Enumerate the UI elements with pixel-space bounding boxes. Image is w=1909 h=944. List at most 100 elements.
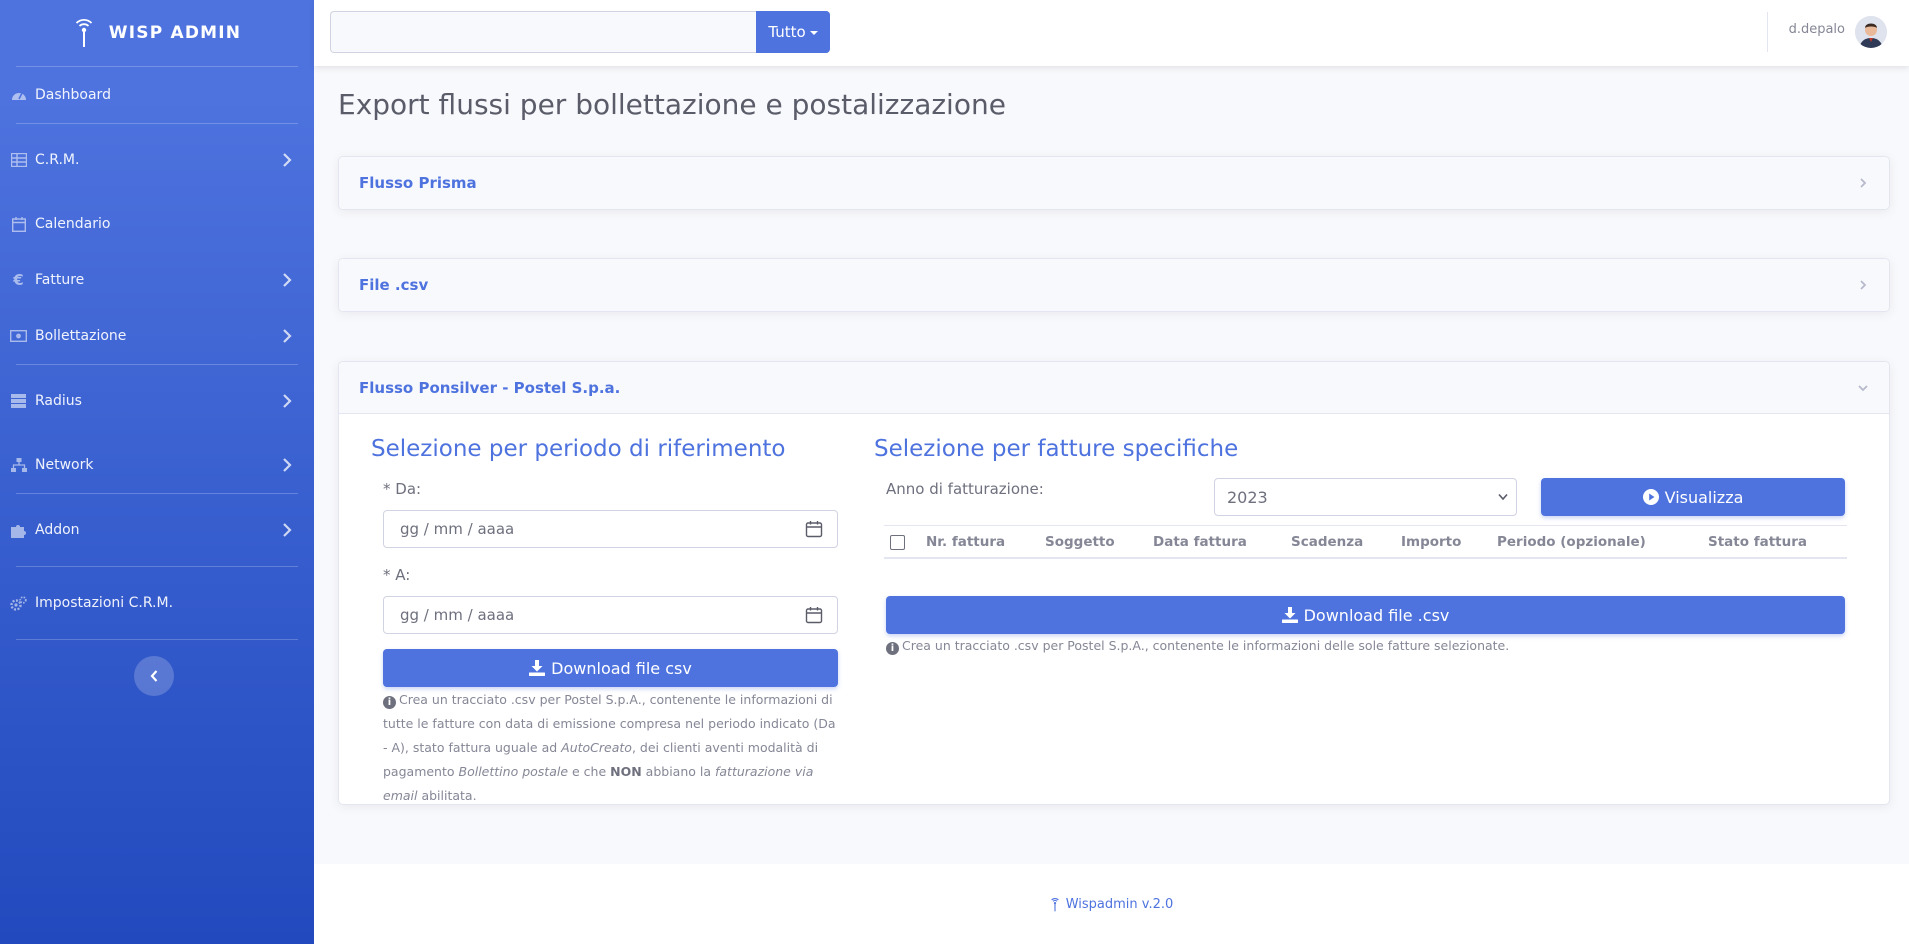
sidebar: WISP ADMIN Dashboard C.R.M. Calendario €… [0, 0, 314, 944]
chevron-right-icon [283, 329, 292, 343]
download-selected-csv-button[interactable]: Download file .csv [886, 596, 1845, 634]
search-input[interactable] [330, 11, 756, 53]
column-header[interactable]: Periodo (opzionale) [1497, 534, 1646, 550]
tachometer-icon [10, 87, 27, 104]
card-header-file-csv[interactable]: File .csv [339, 259, 1889, 311]
download-period-csv-button[interactable]: Download file csv [383, 649, 838, 687]
invoice-section-title: Selezione per fatture specifiche [874, 436, 1239, 462]
chevron-right-icon [1860, 280, 1867, 290]
column-header[interactable]: Soggetto [1045, 534, 1115, 550]
cogs-icon [10, 595, 27, 612]
user-avatar-icon [1855, 16, 1887, 48]
year-select[interactable]: 2023 [1214, 478, 1517, 516]
sitemap-icon [10, 457, 27, 474]
topbar: Tutto d.depalo [314, 0, 1909, 66]
column-header[interactable]: Nr. fattura [926, 534, 1005, 550]
info-circle-icon: i [383, 696, 396, 709]
column-header[interactable]: Importo [1401, 534, 1461, 550]
download-period-csv-label: Download file csv [551, 658, 692, 678]
sidebar-item-dashboard[interactable]: Dashboard [0, 67, 314, 123]
card-header-flusso-prisma[interactable]: Flusso Prisma [339, 157, 1889, 209]
antenna-icon [75, 19, 92, 47]
sidebar-item-impostazioni-crm[interactable]: Impostazioni C.R.M. [0, 567, 314, 639]
user-name[interactable]: d.depalo [1789, 22, 1845, 37]
from-date-input[interactable]: gg / mm / aaaa [383, 510, 838, 548]
download-selected-csv-label: Download file .csv [1303, 605, 1450, 625]
sidebar-divider [16, 639, 298, 640]
sidebar-item-calendario[interactable]: Calendario [0, 196, 314, 252]
avatar[interactable] [1855, 16, 1887, 48]
from-label: * Da: [383, 480, 422, 498]
money-bill-icon [10, 328, 27, 345]
sidebar-item-label: C.R.M. [35, 152, 80, 168]
calendar-icon [10, 216, 27, 233]
chevron-down-icon [1498, 493, 1508, 501]
to-date-placeholder: gg / mm / aaaa [400, 606, 515, 624]
sidebar-item-bollettazione[interactable]: Bollettazione [0, 308, 314, 364]
euro-icon: € [13, 271, 24, 289]
period-help-text: i Crea un tracciato .csv per Postel S.p.A… [383, 692, 836, 803]
year-select-value: 2023 [1227, 487, 1268, 507]
puzzle-icon [10, 522, 27, 539]
sidebar-toggle-button[interactable] [134, 656, 174, 696]
chevron-right-icon [1860, 178, 1867, 188]
sidebar-brand[interactable]: WISP ADMIN [0, 0, 314, 66]
footer: Wispadmin v.2.0 [314, 864, 1909, 944]
invoice-help-text: i Crea un tracciato .csv per Postel S.p.A… [886, 634, 1845, 658]
sidebar-item-label: Addon [35, 522, 80, 538]
sidebar-item-label: Fatture [35, 272, 85, 288]
sidebar-item-label: Calendario [35, 216, 111, 232]
to-label: * A: [383, 566, 411, 584]
card-title: Flusso Prisma [359, 174, 477, 192]
chevron-right-icon [283, 394, 292, 408]
sidebar-item-label: Impostazioni C.R.M. [35, 595, 174, 611]
sidebar-item-network[interactable]: Network [0, 437, 314, 493]
year-label: Anno di fatturazione: [886, 480, 1044, 498]
chevron-right-icon [283, 273, 292, 287]
sidebar-item-addon[interactable]: Addon [0, 494, 314, 566]
to-date-input[interactable]: gg / mm / aaaa [383, 596, 838, 634]
period-section-title: Selezione per periodo di riferimento [371, 436, 786, 462]
card-title: File .csv [359, 276, 429, 294]
visualizza-label: Visualizza [1664, 487, 1744, 507]
chevron-down-icon [1858, 384, 1868, 391]
info-circle-icon: i [886, 642, 899, 655]
card-flusso-prisma: Flusso Prisma [338, 156, 1890, 210]
page-title: Export flussi per bollettazione e postal… [338, 88, 1006, 121]
card-title: Flusso Ponsilver - Postel S.p.a. [359, 378, 621, 397]
visualizza-button[interactable]: Visualizza [1541, 478, 1845, 516]
table-icon [10, 152, 27, 169]
column-header[interactable]: Data fattura [1153, 534, 1247, 550]
search-scope-dropdown[interactable]: Tutto [756, 11, 830, 53]
column-header[interactable]: Stato fattura [1708, 534, 1807, 550]
download-icon [1281, 607, 1298, 623]
sidebar-item-radius[interactable]: Radius [0, 365, 314, 437]
sidebar-item-label: Network [35, 457, 94, 473]
invoice-table-header: Nr. fattura Soggetto Data fattura Scaden… [884, 525, 1847, 559]
antenna-icon [1050, 897, 1059, 911]
calendar-icon [805, 607, 823, 624]
column-header[interactable]: Scadenza [1291, 534, 1363, 550]
chevron-left-icon [150, 670, 158, 682]
sidebar-item-fatture[interactable]: € Fatture [0, 252, 314, 308]
sidebar-item-crm[interactable]: C.R.M. [0, 124, 314, 196]
chevron-right-icon [283, 523, 292, 537]
sidebar-item-label: Dashboard [35, 87, 111, 103]
server-icon [10, 393, 27, 410]
chevron-right-icon [283, 458, 292, 472]
select-all-checkbox[interactable] [890, 535, 905, 550]
footer-version[interactable]: Wispadmin v.2.0 [1066, 897, 1174, 912]
download-icon [529, 660, 546, 676]
from-date-placeholder: gg / mm / aaaa [400, 520, 515, 538]
chevron-right-icon [283, 153, 292, 167]
sidebar-item-label: Radius [35, 393, 82, 409]
card-file-csv: File .csv [338, 258, 1890, 312]
card-header-flusso-ponsilver[interactable]: Flusso Ponsilver - Postel S.p.a. [339, 362, 1889, 414]
sidebar-item-label: Bollettazione [35, 328, 127, 344]
topbar-divider [1767, 12, 1768, 52]
calendar-icon [805, 521, 823, 538]
play-circle-icon [1642, 489, 1659, 505]
search-scope-label: Tutto [768, 23, 806, 41]
caret-down-icon [809, 31, 818, 35]
sidebar-brand-text: WISP ADMIN [108, 23, 242, 43]
